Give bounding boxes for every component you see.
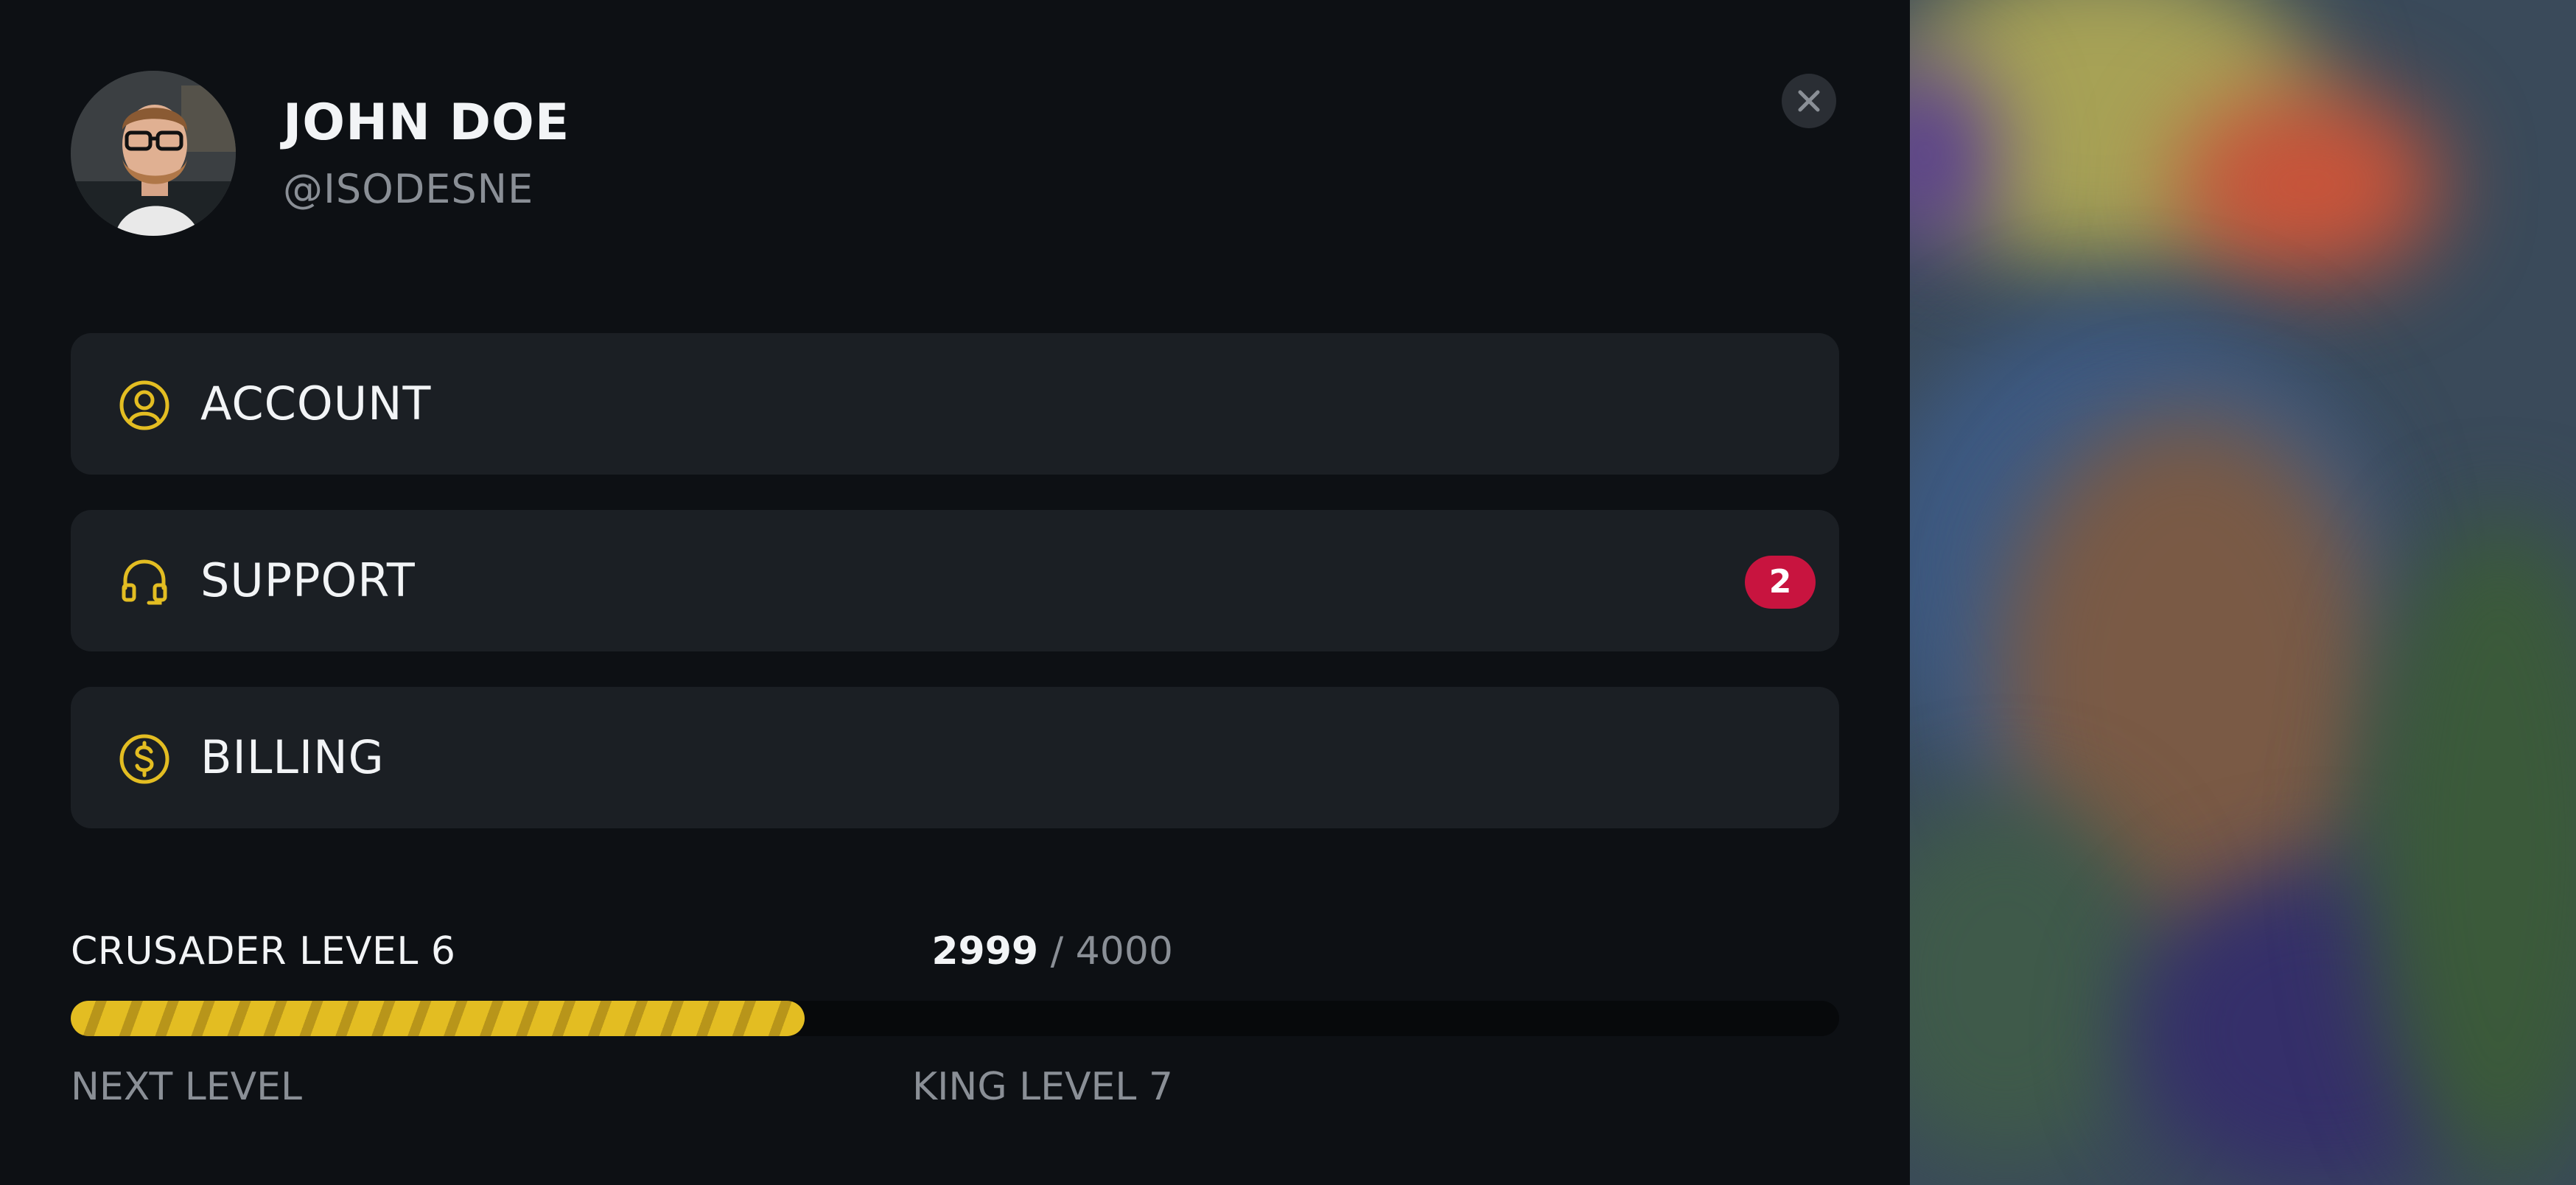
close-button[interactable] (1782, 74, 1836, 128)
level-title: CRUSADER LEVEL 6 (71, 929, 456, 973)
user-circle-icon (119, 380, 169, 430)
notification-badge: 2 (1745, 556, 1816, 609)
points-separator: / (1050, 929, 1076, 973)
menu-item-account[interactable]: ACCOUNT (71, 333, 1839, 475)
avatar (71, 71, 236, 236)
menu-item-billing[interactable]: BILLING (71, 687, 1839, 828)
background-image (1910, 0, 2576, 1185)
close-icon (1798, 90, 1820, 112)
dollar-coin-icon (119, 734, 169, 784)
level-progress-bar (71, 1001, 1839, 1036)
profile-panel: JOHN DOE @ISODESNE ACCOUNT SUPPORT 2 BIL… (0, 0, 1910, 1185)
level-points: 2999 / 4000 (931, 926, 1173, 977)
menu-item-label: SUPPORT (200, 553, 416, 607)
points-current: 2999 (931, 929, 1039, 973)
points-max: 4000 (1075, 929, 1173, 973)
menu-item-label: BILLING (200, 730, 385, 784)
next-level-name: KING LEVEL 7 (912, 1065, 1173, 1109)
next-level-label: NEXT LEVEL (71, 1065, 302, 1109)
app-root: JOHN DOE @ISODESNE ACCOUNT SUPPORT 2 BIL… (0, 0, 2576, 1185)
user-handle: @ISODESNE (283, 166, 534, 212)
headset-icon (122, 559, 167, 605)
menu-item-support[interactable]: SUPPORT 2 (71, 510, 1839, 651)
level-progress-fill (71, 1001, 805, 1036)
menu-item-label: ACCOUNT (200, 377, 432, 430)
user-name: JOHN DOE (283, 94, 570, 152)
